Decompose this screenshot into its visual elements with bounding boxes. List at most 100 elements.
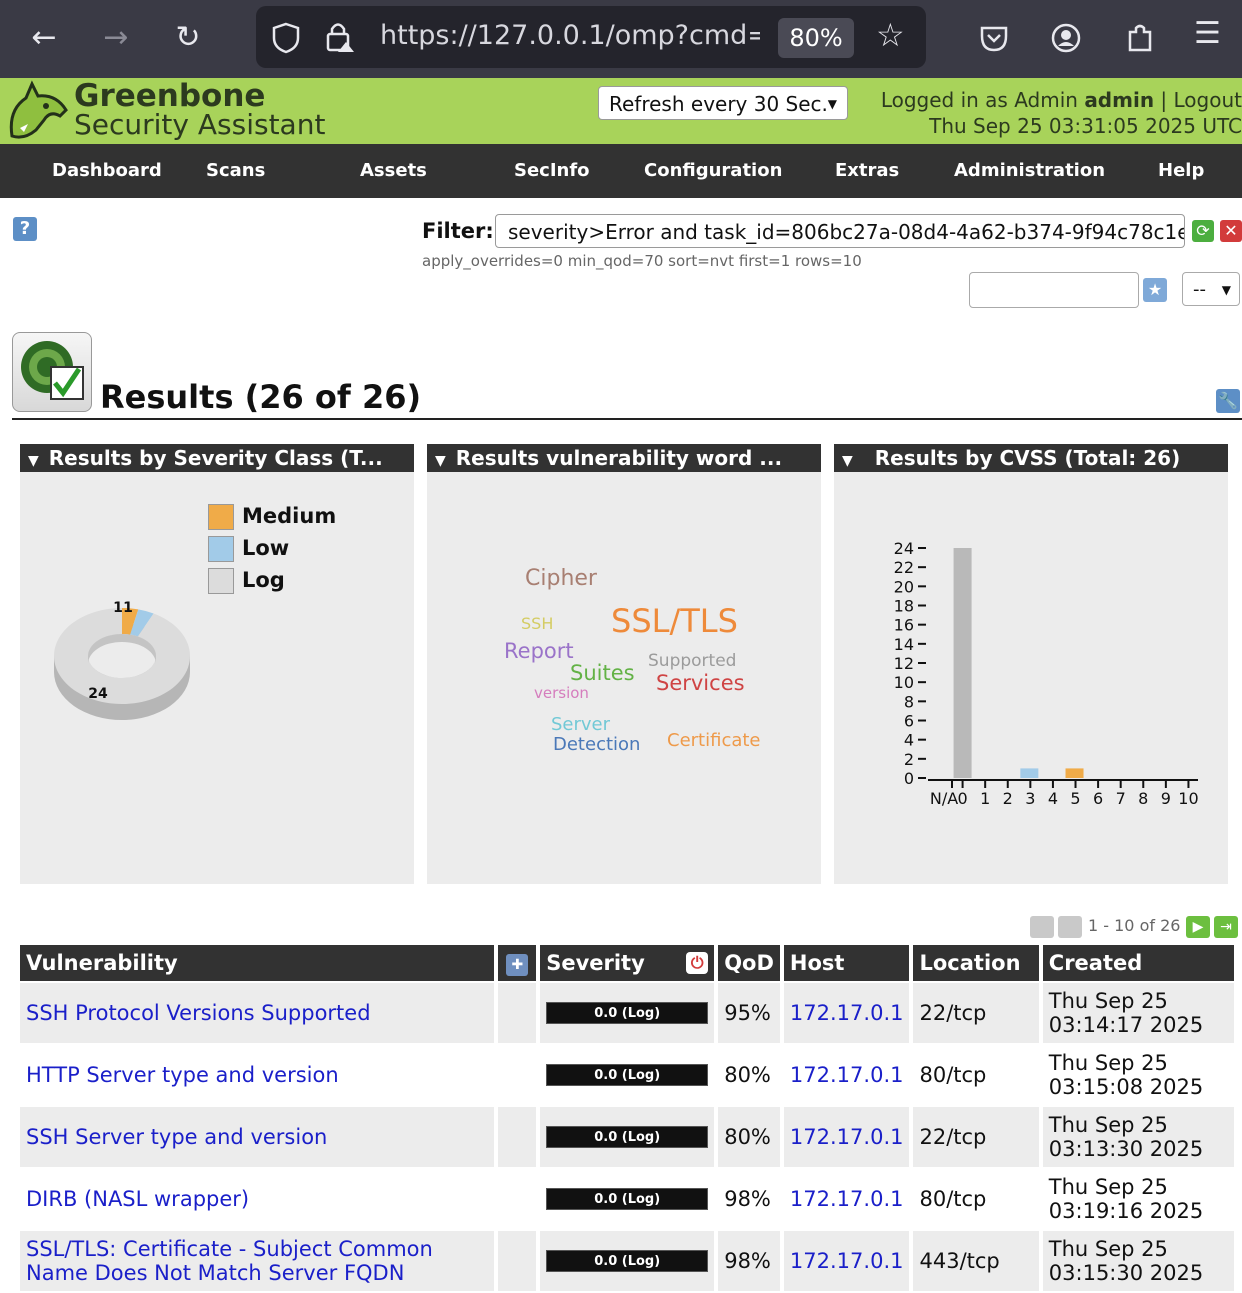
y-tick-label: 14 — [894, 635, 914, 654]
menu-dashboard[interactable]: Dashboard — [52, 144, 162, 198]
severity-class-panel-header[interactable]: ▼ Results by Severity Class (T... — [20, 444, 414, 472]
url-bar[interactable]: https://127.0.0.1/omp?cmd= 80% ☆ — [256, 6, 926, 68]
reset-filter-icon[interactable]: ✕ — [1220, 220, 1242, 242]
filter-input[interactable]: severity>Error and task_id=806bc27a-08d4… — [495, 214, 1185, 248]
host-link[interactable]: 172.17.0.1 — [790, 1001, 904, 1025]
word-version[interactable]: version — [534, 684, 589, 702]
severity-bar: 0.0 (Log) — [546, 1188, 709, 1210]
qod-cell: 98% — [718, 1231, 780, 1291]
overrides-power-icon[interactable]: ⏻ — [686, 952, 709, 974]
menu-extras[interactable]: Extras — [835, 144, 899, 198]
x-tick-label: 6 — [1093, 789, 1103, 808]
host-link[interactable]: 172.17.0.1 — [790, 1249, 904, 1273]
refresh-select[interactable]: Refresh every 30 Sec. ▼ — [598, 86, 848, 120]
menu-administration[interactable]: Administration — [954, 144, 1105, 198]
word-cipher[interactable]: Cipher — [525, 566, 597, 591]
donut-label-low: 1 — [123, 600, 133, 616]
host-cell: 172.17.0.1 — [783, 1169, 910, 1229]
created-cell: Thu Sep 25 03:19:16 2025 — [1042, 1169, 1234, 1229]
logged-in-label: Logged in as Admin — [880, 88, 1078, 112]
y-tick-label: 2 — [904, 750, 914, 769]
collapse-triangle-icon[interactable]: ▼ — [435, 447, 446, 472]
word-report[interactable]: Report — [504, 639, 574, 663]
server-datetime: Thu Sep 25 03:31:05 2025 UTC — [929, 114, 1242, 138]
help-icon[interactable]: ? — [13, 217, 37, 241]
qod-cell: 80% — [718, 1045, 780, 1105]
page-title: Results (26 of 26) — [100, 378, 422, 416]
word-supported[interactable]: Supported — [648, 651, 736, 671]
menu-assets[interactable]: Assets — [360, 144, 427, 198]
severity-bar: 0.0 (Log) — [546, 1002, 709, 1024]
qod-cell: 98% — [718, 1169, 780, 1229]
vulnerability-link[interactable]: DIRB (NASL wrapper) — [26, 1187, 249, 1211]
severity-cell: 0.0 (Log) — [540, 983, 715, 1043]
word-services[interactable]: Services — [656, 671, 745, 695]
menu-icon[interactable]: ☰ — [1194, 16, 1221, 51]
vulnerability-link[interactable]: SSL/TLS: Certificate - Subject Common Na… — [26, 1237, 433, 1285]
severity-class-panel: ▼ Results by Severity Class (T... Medium … — [20, 444, 414, 884]
word-server[interactable]: Server — [551, 714, 610, 735]
host-link[interactable]: 172.17.0.1 — [790, 1187, 904, 1211]
col-vulnerability[interactable]: Vulnerability — [20, 945, 495, 981]
word-ssh[interactable]: SSH — [521, 614, 553, 633]
collapse-triangle-icon[interactable]: ▼ — [28, 447, 39, 472]
created-time: 03:15:08 2025 — [1048, 1075, 1204, 1099]
x-tick-label: 5 — [1070, 789, 1080, 808]
bookmark-star-icon[interactable]: ☆ — [876, 16, 905, 54]
word-ssl-tls[interactable]: SSL/TLS — [611, 602, 738, 640]
login-info: Logged in as Admin admin | Logout — [881, 88, 1242, 112]
extensions-icon[interactable] — [1124, 22, 1156, 54]
vulnerability-link[interactable]: HTTP Server type and version — [26, 1063, 339, 1087]
menu-configuration[interactable]: Configuration — [644, 144, 782, 198]
vulnerability-link[interactable]: SSH Protocol Versions Supported — [26, 1001, 371, 1025]
next-page-icon[interactable]: ▶ — [1186, 916, 1210, 938]
forward-icon[interactable]: → — [96, 18, 136, 58]
host-link[interactable]: 172.17.0.1 — [790, 1063, 904, 1087]
cvss-panel-header[interactable]: ▼ Results by CVSS (Total: 26) — [834, 444, 1228, 472]
shield-icon[interactable] — [272, 22, 300, 54]
host-link[interactable]: 172.17.0.1 — [790, 1125, 904, 1149]
logout-link[interactable]: | Logout — [1160, 88, 1242, 112]
word-detection[interactable]: Detection — [553, 734, 640, 755]
severity-bar: 0.0 (Log) — [546, 1126, 709, 1148]
user-link[interactable]: admin — [1084, 88, 1154, 112]
menu-scans[interactable]: Scans — [206, 144, 265, 198]
word-suites[interactable]: Suites — [570, 661, 635, 685]
table-header-row: Vulnerability ✚ Severity ⏻ QoD Host Loca… — [20, 945, 1234, 981]
legend-label-low: Low — [242, 536, 290, 560]
zoom-level[interactable]: 80% — [778, 18, 854, 58]
word-cloud-panel-header[interactable]: ▼ Results vulnerability word ... — [427, 444, 821, 472]
word-certificate[interactable]: Certificate — [667, 730, 761, 751]
x-tick-label: 7 — [1116, 789, 1126, 808]
account-icon[interactable] — [1050, 22, 1082, 54]
col-location[interactable]: Location — [913, 945, 1039, 981]
host-cell: 172.17.0.1 — [783, 1045, 910, 1105]
filter-select-value: -- — [1193, 279, 1206, 300]
lock-warning-icon[interactable] — [324, 20, 356, 54]
pocket-icon[interactable] — [978, 22, 1010, 54]
chevron-down-icon: ▼ — [827, 97, 837, 111]
save-filter-star-icon[interactable]: ★ — [1143, 278, 1167, 302]
prev-page-icon[interactable] — [1058, 916, 1082, 938]
back-icon[interactable]: ← — [24, 18, 64, 58]
col-severity[interactable]: Severity ⏻ — [540, 945, 715, 981]
col-host[interactable]: Host — [783, 945, 910, 981]
first-page-icon[interactable] — [1030, 916, 1054, 938]
word-cloud-panel: ▼ Results vulnerability word ... Cipher S… — [427, 444, 821, 884]
col-solution-type[interactable]: ✚ — [498, 945, 537, 981]
edit-dashboard-wrench-icon[interactable]: 🔧 — [1216, 389, 1240, 413]
col-qod[interactable]: QoD — [718, 945, 780, 981]
location-cell: 22/tcp — [913, 1107, 1039, 1167]
severity-cell: 0.0 (Log) — [540, 1045, 715, 1105]
filter-name-input[interactable] — [969, 272, 1139, 308]
reload-icon[interactable]: ↻ — [168, 18, 208, 58]
vulnerability-cell: HTTP Server type and version — [20, 1045, 495, 1105]
col-created[interactable]: Created — [1042, 945, 1234, 981]
menu-secinfo[interactable]: SecInfo — [514, 144, 590, 198]
filter-select[interactable]: -- ▼ — [1182, 272, 1240, 306]
collapse-triangle-icon[interactable]: ▼ — [842, 447, 853, 472]
last-page-icon[interactable]: ⇥ — [1214, 916, 1238, 938]
refresh-filter-icon[interactable]: ⟳ — [1192, 220, 1214, 242]
vulnerability-link[interactable]: SSH Server type and version — [26, 1125, 327, 1149]
menu-help[interactable]: Help — [1158, 144, 1204, 198]
